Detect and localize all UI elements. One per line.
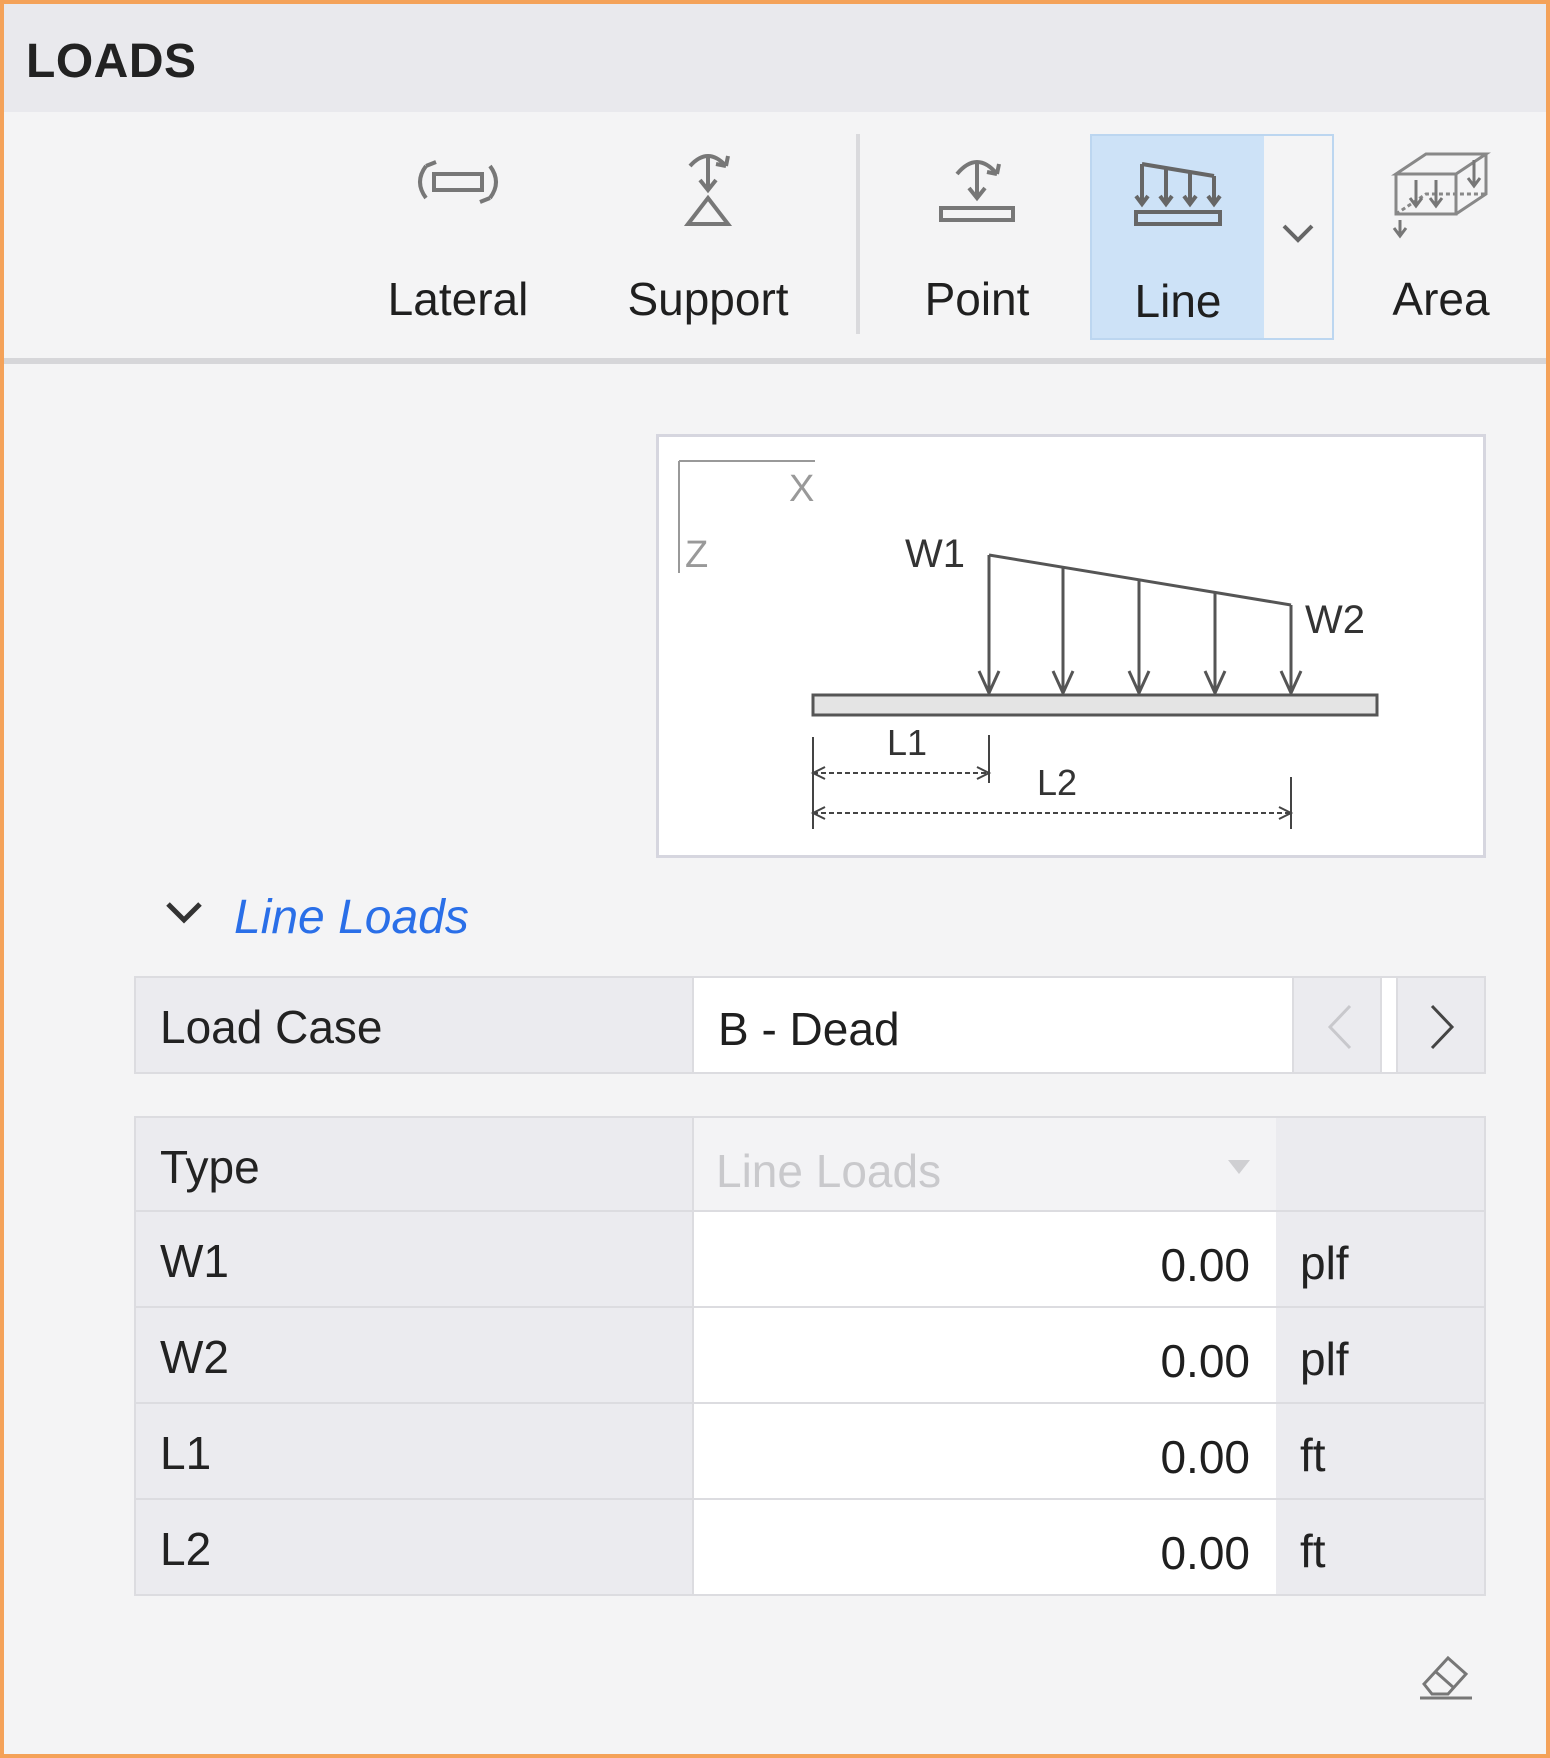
loads-panel: LOADS Lateral Support Point Line Area X … [0, 0, 1550, 1758]
beam-shape [811, 693, 1379, 717]
w1-label-cell: W1 [134, 1212, 694, 1308]
l1-unit: ft [1300, 1429, 1326, 1481]
previous-load-case-button[interactable] [1292, 976, 1382, 1074]
line-button[interactable]: Line [1092, 136, 1264, 338]
w2-label: W2 [1305, 598, 1365, 642]
load-case-label-cell: Load Case [134, 976, 694, 1074]
w1-label: W1 [905, 532, 965, 576]
l2-row: L2 0.00 ft [134, 1500, 1486, 1596]
l1-value: 0.00 [1160, 1431, 1250, 1483]
area-label: Area [1392, 273, 1490, 325]
line-load-diagram: X Z W1 W2 L1 L2 [656, 434, 1486, 858]
line-load-icon [1134, 162, 1222, 226]
w1-value: 0.00 [1160, 1239, 1250, 1291]
w2-row: W2 0.00 plf [134, 1308, 1486, 1404]
next-load-case-button[interactable] [1396, 976, 1486, 1074]
l1-label-cell: L1 [134, 1404, 694, 1500]
load-type-ribbon: Lateral Support Point Line Area [4, 112, 1546, 364]
axis-z-label: Z [685, 534, 708, 576]
w2-unit-cell: plf [1276, 1308, 1486, 1404]
w2-value: 0.00 [1160, 1335, 1250, 1387]
type-row: Type Line Loads [134, 1116, 1486, 1212]
type-select: Line Loads [694, 1116, 1276, 1212]
panel-title: LOADS [26, 35, 197, 88]
area-load-icon [1391, 152, 1491, 239]
l1-name: L1 [160, 1427, 212, 1479]
chevron-right-icon [1430, 1004, 1455, 1050]
support-label: Support [627, 273, 789, 325]
w1-unit-cell: plf [1276, 1212, 1486, 1308]
support-icon [683, 154, 733, 226]
type-value: Line Loads [716, 1145, 942, 1197]
load-case-row: Load Case B - Dead [134, 976, 1486, 1074]
clear-button[interactable] [1414, 1648, 1476, 1709]
ribbon-separator [856, 134, 860, 334]
w1-input[interactable]: 0.00 [694, 1212, 1276, 1308]
load-case-value: B - Dead [718, 1003, 900, 1055]
diagram-drawing: X Z W1 W2 L1 L2 [678, 460, 1379, 829]
point-label: Point [924, 273, 1030, 325]
l1-label: L1 [887, 722, 927, 763]
section-title: Line Loads [234, 891, 469, 944]
w1-row: W1 0.00 plf [134, 1212, 1486, 1308]
eraser-icon [1420, 1655, 1472, 1700]
w1-unit: plf [1300, 1237, 1349, 1289]
type-label-cell: Type [134, 1116, 694, 1212]
type-unit-cell [1276, 1116, 1486, 1212]
w2-name: W2 [160, 1331, 229, 1383]
line-load-properties-grid: Type Line Loads W1 0.00 plf W2 0.00 plf … [134, 1116, 1486, 1596]
line-dropdown-button[interactable] [1264, 136, 1332, 338]
type-label: Type [160, 1141, 260, 1193]
l1-unit-cell: ft [1276, 1404, 1486, 1500]
w2-input[interactable]: 0.00 [694, 1308, 1276, 1404]
w2-unit: plf [1300, 1333, 1349, 1385]
chevron-left-icon [1327, 1004, 1352, 1050]
l2-input[interactable]: 0.00 [694, 1500, 1276, 1596]
l2-value: 0.00 [1160, 1527, 1250, 1579]
line-split-button: Line [1090, 134, 1334, 340]
panel-header: LOADS [4, 4, 1546, 112]
l2-name: L2 [160, 1523, 212, 1575]
point-load-icon [939, 160, 1015, 222]
load-case-label: Load Case [160, 1001, 383, 1053]
l2-unit: ft [1300, 1525, 1326, 1577]
axis-x-label: X [789, 468, 814, 510]
l2-unit-cell: ft [1276, 1500, 1486, 1596]
l2-label-cell: L2 [134, 1500, 694, 1596]
dropdown-caret-icon [1228, 1160, 1250, 1174]
area-button[interactable]: Area [1376, 134, 1506, 334]
point-button[interactable]: Point [902, 134, 1052, 334]
support-button[interactable]: Support [608, 134, 808, 334]
lateral-button[interactable]: Lateral [370, 134, 546, 334]
w2-label-cell: W2 [134, 1308, 694, 1404]
lateral-label: Lateral [387, 273, 529, 325]
lateral-load-icon [418, 160, 498, 204]
l1-input[interactable]: 0.00 [694, 1404, 1276, 1500]
w1-name: W1 [160, 1235, 229, 1287]
line-label: Line [1134, 275, 1222, 327]
l2-label: L2 [1037, 762, 1077, 803]
chevron-down-icon [166, 902, 202, 924]
l1-row: L1 0.00 ft [134, 1404, 1486, 1500]
chevron-down-icon [1282, 224, 1314, 243]
